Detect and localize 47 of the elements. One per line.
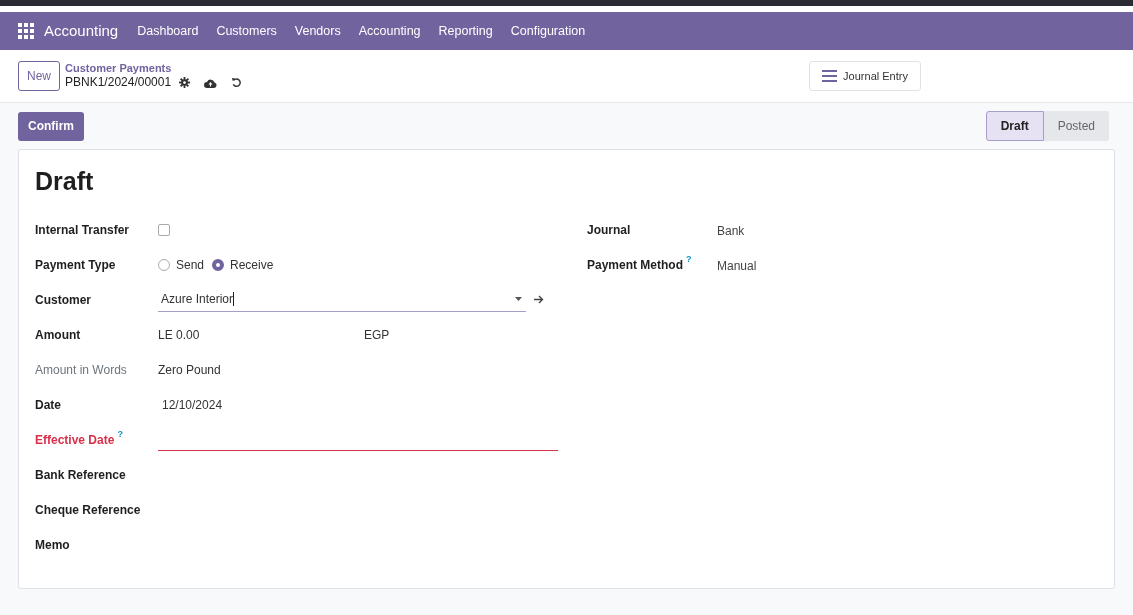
radio-label[interactable]: Send — [176, 255, 205, 274]
new-button[interactable]: New — [18, 61, 60, 91]
confirm-button[interactable]: Confirm — [18, 111, 84, 141]
currency-value[interactable]: EGP — [364, 325, 390, 344]
field-label: Cheque Reference — [35, 501, 141, 519]
field-label: Date — [35, 396, 61, 414]
help-mark: ? — [117, 428, 123, 439]
field-label: Amount — [35, 326, 81, 344]
status-step[interactable]: Draft — [985, 111, 1044, 141]
field-label: Memo — [35, 536, 70, 554]
help-mark: ? — [686, 253, 692, 264]
radio-button[interactable] — [212, 258, 225, 271]
caret-icon — [515, 297, 522, 301]
nav-menu-item[interactable]: Customers — [209, 21, 284, 41]
amount-value[interactable]: LE 0.00 — [158, 325, 364, 344]
undo-icon[interactable] — [231, 77, 243, 89]
field-value: Zero Pound — [158, 361, 221, 379]
app-name[interactable]: Accounting — [44, 19, 119, 43]
checkbox[interactable] — [158, 223, 170, 236]
arrow-right-icon[interactable] — [534, 295, 544, 304]
field-label: Bank Reference — [35, 466, 126, 484]
field-value: Manual — [717, 258, 757, 275]
field-label: Journal — [587, 221, 631, 239]
settings-icon[interactable] — [179, 77, 191, 89]
field-label: Payment Type — [35, 256, 116, 274]
nav-menu-item[interactable]: Accounting — [351, 21, 428, 41]
form-title: Draft — [35, 166, 95, 197]
menu-lines-icon — [822, 70, 838, 82]
radio-label[interactable]: Receive — [230, 255, 274, 274]
app-grid-icon[interactable] — [18, 23, 34, 39]
record-name: PBNK1/2024/00001 — [65, 75, 172, 91]
date-value[interactable]: 12/10/2024 — [158, 395, 223, 414]
nav-menu-item[interactable]: Reporting — [431, 21, 500, 41]
field-value: Bank — [717, 223, 745, 240]
nav-menu-item[interactable]: Configuration — [503, 21, 593, 41]
field-label: Customer — [35, 291, 91, 309]
nav-menu-item[interactable]: Dashboard — [130, 21, 206, 41]
customer-field[interactable]: Azure Interior — [158, 287, 526, 312]
field-label: Payment Method — [587, 256, 683, 274]
status-step[interactable]: Posted — [1043, 111, 1109, 141]
journal-entry-button[interactable]: Journal Entry — [809, 61, 921, 91]
field-label: Amount in Words — [35, 361, 127, 379]
breadcrumb-link[interactable]: Customer Payments — [65, 61, 243, 76]
field-label: Effective Date — [35, 431, 115, 449]
field-label: Internal Transfer — [35, 221, 130, 239]
cloud-upload-icon[interactable] — [204, 77, 218, 88]
nav-menu-item[interactable]: Vendors — [287, 21, 348, 41]
